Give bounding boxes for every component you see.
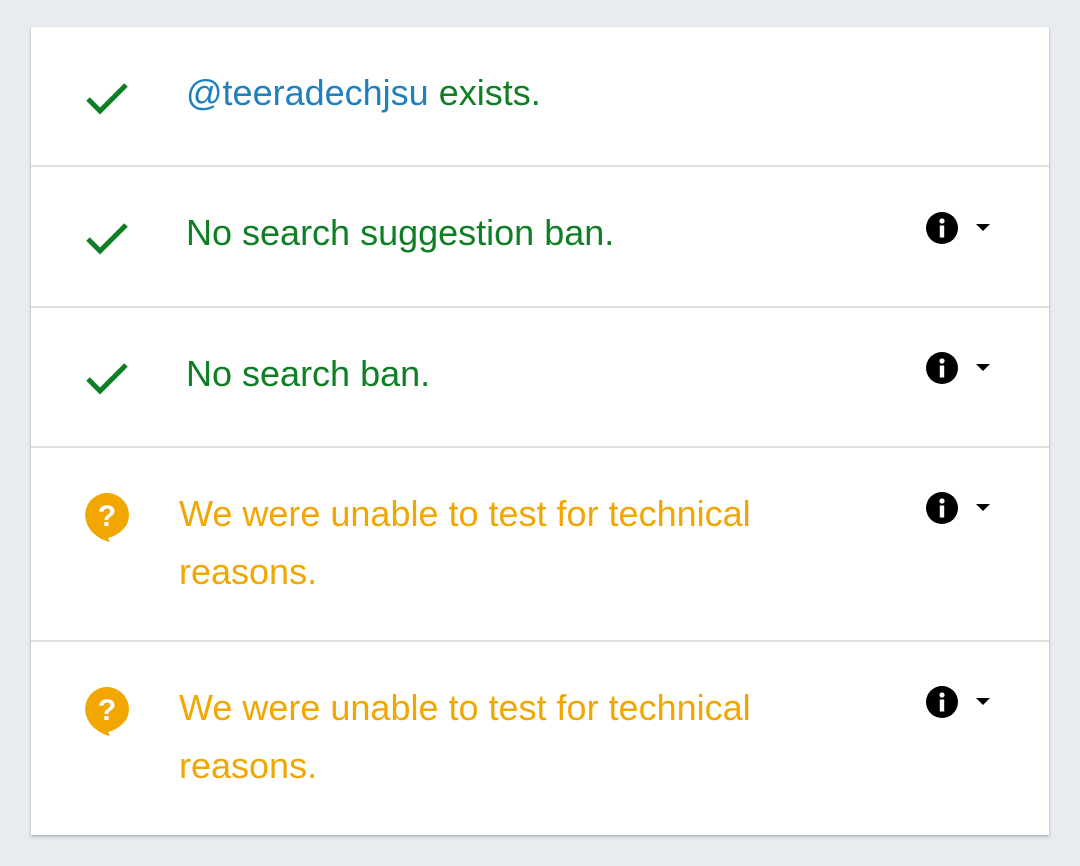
checkmark-icon [83,214,131,262]
result-message: We were unable to test for technical rea… [179,687,751,786]
result-row-ghost-ban: ? We were unable to test for technical r… [31,448,1049,642]
checkmark-icon [83,74,131,122]
result-text: @teeradechjsu exists. [186,64,886,122]
info-icon[interactable] [926,212,958,244]
dropdown-caret-icon[interactable] [970,352,996,384]
checkmark-icon [83,354,131,402]
result-message: We were unable to test for technical rea… [179,493,751,592]
svg-text:?: ? [98,694,116,727]
account-handle-link[interactable]: @teeradechjsu [186,72,429,113]
dropdown-caret-icon[interactable] [970,492,996,524]
results-card: @teeradechjsu exists. No search suggesti… [31,27,1049,835]
result-controls [926,491,1006,525]
question-bubble-icon: ? [83,491,131,542]
result-controls [926,211,1006,245]
result-row-search-suggestion-ban: No search suggestion ban. [31,167,1049,308]
result-row-exists: @teeradechjsu exists. [31,27,1049,167]
svg-text:?: ? [98,500,116,533]
question-bubble-icon: ? [83,685,131,736]
info-icon[interactable] [926,686,958,718]
result-message: No search ban. [186,353,431,394]
result-controls [926,685,1006,719]
result-message: exists. [428,72,541,113]
info-icon[interactable] [926,352,958,384]
info-icon[interactable] [926,492,958,524]
dropdown-caret-icon[interactable] [970,686,996,718]
dropdown-caret-icon[interactable] [970,212,996,244]
result-row-search-ban: No search ban. [31,308,1049,448]
result-controls [926,351,1006,385]
result-message: No search suggestion ban. [186,212,615,253]
result-row-reply-deboosting: ? We were unable to test for technical r… [31,642,1049,835]
